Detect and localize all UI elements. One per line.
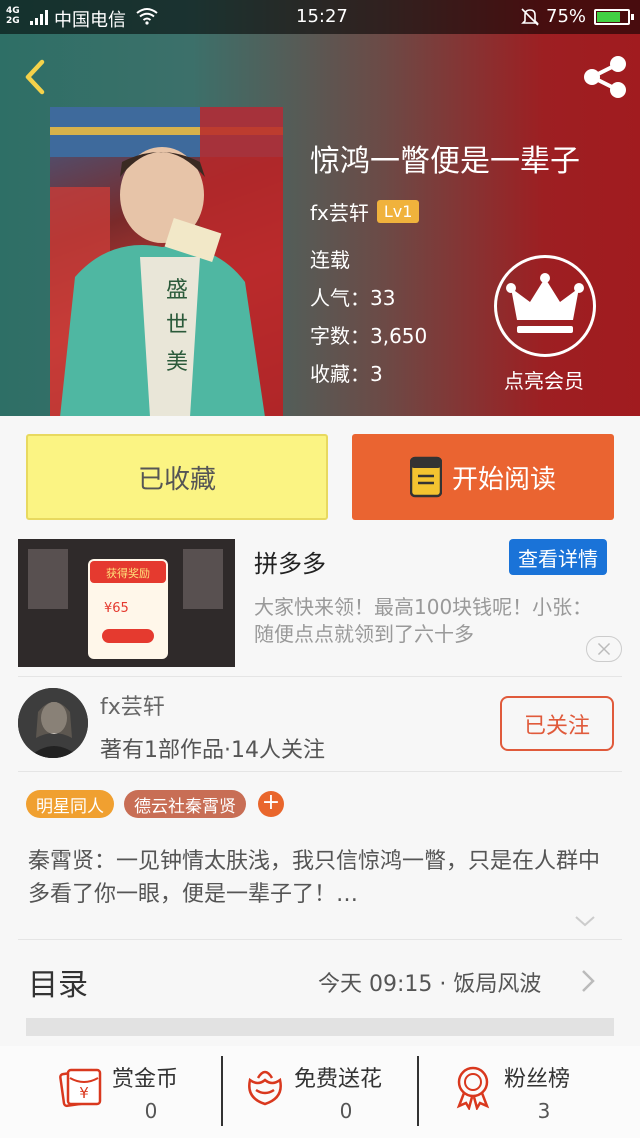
divider: [18, 939, 622, 940]
chevron-right-icon[interactable]: [580, 968, 596, 994]
signal-icon: [30, 10, 48, 25]
book-intro: 秦霄贤：一见钟情太肤浅，我只信惊鸿一瞥，只是在人群中多看了你一眼，便是一辈子了！…: [28, 849, 601, 907]
battery-icon: [594, 9, 634, 25]
book-popularity: 人气：33: [310, 286, 396, 310]
toc-latest-chapter[interactable]: 今天 09:15 · 饭局风波: [318, 966, 541, 998]
expand-chevron-icon[interactable]: [574, 913, 596, 929]
collected-button[interactable]: 已收藏: [26, 434, 328, 520]
svg-text:¥: ¥: [79, 1084, 89, 1102]
book-status: 连载: [310, 248, 350, 272]
fan-ranking-button[interactable]: 粉丝榜 3: [420, 1046, 640, 1138]
send-flower-button[interactable]: 免费送花 0: [224, 1046, 418, 1138]
section-bar: [26, 1018, 614, 1036]
ad-detail-button[interactable]: 查看详情: [509, 539, 607, 575]
follow-button[interactable]: 已关注: [500, 696, 614, 751]
svg-text:世: 世: [166, 313, 188, 338]
vip-label[interactable]: 点亮会员: [496, 365, 592, 394]
book-title: 惊鸿一瞥便是一辈子: [310, 144, 580, 179]
share-icon[interactable]: [578, 52, 632, 102]
book-favorites: 收藏：3: [310, 362, 383, 386]
toc-label[interactable]: 目录: [28, 960, 88, 1004]
start-reading-button[interactable]: 开始阅读: [352, 434, 614, 520]
book-icon: [409, 456, 442, 498]
reward-coin-count: 0: [144, 1099, 158, 1123]
crown-icon: [506, 273, 584, 333]
status-bar: 4G 2G 中国电信 15:27 75%: [0, 0, 640, 34]
svg-text:盛: 盛: [166, 278, 188, 303]
divider: [18, 771, 622, 772]
clock: 15:27: [296, 6, 348, 27]
send-flower-count: 0: [339, 1099, 353, 1123]
wifi-icon: [136, 8, 158, 25]
vip-button[interactable]: [494, 255, 596, 357]
ad-image[interactable]: 获得奖励 ¥65: [18, 539, 235, 667]
carrier-name: 中国电信: [54, 10, 126, 31]
ad-amount: ¥65: [104, 601, 129, 616]
author-level-badge: Lv1: [376, 200, 420, 223]
ad-title[interactable]: 拼多多: [254, 544, 326, 579]
back-chevron-icon[interactable]: [14, 52, 56, 102]
ad-close-icon[interactable]: [586, 636, 622, 662]
separator: [221, 1056, 223, 1126]
reward-coin-button[interactable]: ¥ 赏金币 0: [0, 1046, 222, 1138]
book-author[interactable]: fx芸轩: [310, 197, 369, 226]
start-reading-label: 开始阅读: [451, 464, 556, 495]
author-line: fx芸轩 Lv1: [310, 197, 420, 226]
bottom-action-bar: ¥ 赏金币 0 免费送花 0 粉丝榜 3: [0, 1046, 640, 1138]
book-word-count: 字数：3,650: [310, 324, 428, 348]
send-flower-label: 免费送花: [294, 1067, 383, 1092]
ad-banner-text: 获得奖励: [106, 566, 150, 580]
svg-text:美: 美: [166, 350, 188, 375]
divider: [18, 676, 622, 677]
author-stats: 著有1部作品·14人关注: [100, 738, 325, 763]
tag-item[interactable]: 德云社秦霄贤: [124, 790, 246, 818]
medal-icon: [456, 1066, 490, 1110]
book-cover-image: 盛 世 美: [50, 107, 283, 416]
flower-icon: [248, 1070, 282, 1106]
separator: [417, 1056, 419, 1126]
add-tag-button[interactable]: +: [258, 791, 284, 817]
network-type: 4G 2G: [6, 6, 20, 26]
fan-ranking-count: 3: [537, 1099, 551, 1123]
author-name[interactable]: fx芸轩: [100, 689, 165, 721]
tag-item[interactable]: 明星同人: [26, 790, 114, 818]
author-avatar[interactable]: [18, 688, 88, 758]
ad-description[interactable]: 大家快来领！最高100块钱呢！小张：随便点点就领到了六十多: [254, 594, 599, 648]
silent-bell-icon: [521, 8, 539, 26]
battery-percent: 75%: [546, 6, 587, 27]
reward-coin-label: 赏金币: [112, 1067, 179, 1092]
book-header: 盛 世 美 惊鸿一瞥便是一辈子 fx芸轩 Lv1 连载 人气：33 字数：3,6…: [0, 0, 640, 416]
reward-coin-icon: ¥: [59, 1068, 102, 1108]
fan-ranking-label: 粉丝榜: [504, 1067, 571, 1092]
